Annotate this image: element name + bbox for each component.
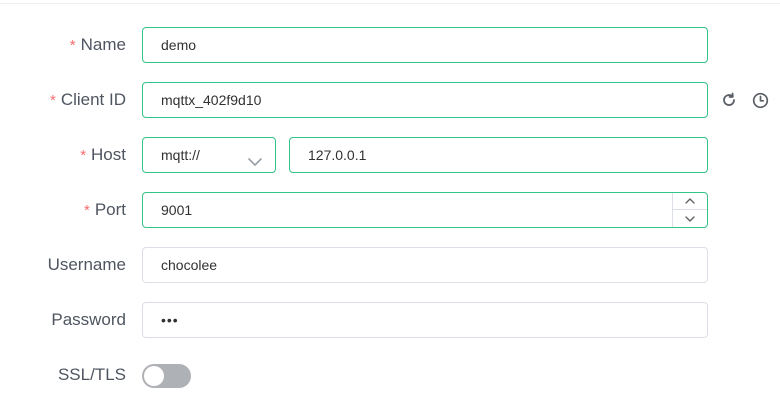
protocol-select[interactable]: mqtt:// bbox=[142, 137, 276, 173]
name-input[interactable]: demo bbox=[142, 27, 708, 63]
required-mark: * bbox=[83, 202, 90, 219]
password-label: Password bbox=[51, 310, 126, 329]
password-input[interactable]: ••• bbox=[142, 302, 708, 338]
client-id-label: * Client ID bbox=[49, 90, 126, 109]
name-label: * Name bbox=[69, 35, 126, 54]
ssl-label: SSL/TLS bbox=[57, 365, 126, 384]
client-id-row: * Client ID mqttx_402f9d10 bbox=[0, 82, 780, 118]
top-divider bbox=[0, 0, 780, 4]
refresh-icon[interactable] bbox=[719, 90, 739, 110]
stepper-controls bbox=[672, 193, 707, 227]
username-label: Username bbox=[47, 255, 126, 274]
required-mark: * bbox=[69, 37, 76, 54]
name-row: * Name demo bbox=[0, 27, 780, 63]
username-row: Username chocolee bbox=[0, 247, 780, 283]
password-row: Password ••• bbox=[0, 302, 780, 338]
protocol-value: mqtt:// bbox=[161, 147, 200, 163]
port-value: 9001 bbox=[161, 202, 193, 218]
chevron-down-icon bbox=[247, 148, 263, 166]
port-row: * Port 9001 bbox=[0, 192, 780, 228]
client-id-input[interactable]: mqttx_402f9d10 bbox=[142, 82, 708, 118]
ssl-toggle[interactable] bbox=[142, 364, 191, 388]
port-label: * Port bbox=[83, 200, 126, 219]
host-label: * Host bbox=[80, 145, 126, 164]
required-mark: * bbox=[80, 147, 87, 164]
host-row: * Host mqtt:// 127.0.0.1 bbox=[0, 137, 780, 173]
required-mark: * bbox=[49, 92, 56, 109]
decrement-button[interactable] bbox=[673, 210, 707, 227]
ssl-row: SSL/TLS bbox=[0, 357, 780, 393]
host-input[interactable]: 127.0.0.1 bbox=[289, 137, 708, 173]
increment-button[interactable] bbox=[673, 193, 707, 210]
username-input[interactable]: chocolee bbox=[142, 247, 708, 283]
toggle-knob bbox=[144, 366, 164, 386]
clock-icon[interactable] bbox=[750, 90, 770, 110]
port-stepper[interactable]: 9001 bbox=[142, 192, 708, 228]
